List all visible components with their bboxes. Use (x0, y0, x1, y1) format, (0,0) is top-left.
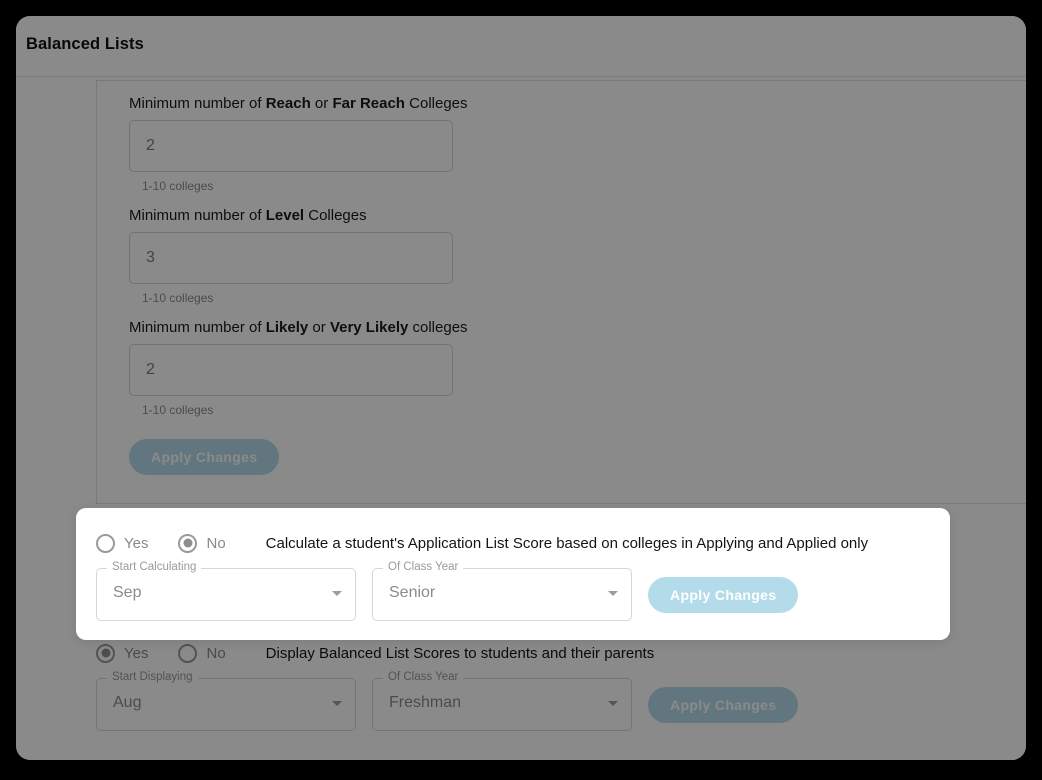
chevron-down-icon (608, 591, 618, 596)
display-scores-controls: Start Displaying Aug Of Class Year Fresh… (96, 671, 1026, 731)
spotlight-calculate-score-card: Yes No Calculate a student's Application… (76, 508, 950, 640)
apply-changes-display-button[interactable]: Apply Changes (648, 687, 799, 723)
label-part-prefix: Minimum number of (129, 207, 266, 224)
label-part-strong2: Far Reach (332, 95, 405, 112)
start-displaying-value: Aug (113, 694, 142, 711)
spotlight-start-calculating-value: Sep (113, 584, 142, 601)
spotlight-yes-radio[interactable]: Yes (96, 533, 170, 553)
display-class-year-value: Freshman (389, 694, 462, 711)
apply-changes-minimums-button[interactable]: Apply Changes (129, 439, 280, 475)
level-colleges-input[interactable] (129, 232, 453, 284)
field-label-level: Minimum number of Level Colleges (129, 207, 453, 224)
display-class-year-select[interactable]: Of Class Year Freshman (372, 671, 632, 731)
label-part-prefix: Minimum number of (129, 95, 266, 112)
radio-label-no: No (206, 644, 226, 662)
likely-helper-text: 1-10 colleges (142, 403, 214, 417)
field-group-level: Minimum number of Level Colleges 1-10 co… (129, 207, 453, 305)
label-part-suffix: Colleges (404, 95, 468, 112)
label-part-strong2: Very Likely (329, 319, 409, 336)
display-class-year-legend: Of Class Year (383, 671, 464, 684)
minimums-panel: Minimum number of Reach or Far Reach Col… (96, 80, 1026, 504)
reach-helper-text: 1-10 colleges (142, 179, 214, 193)
display-scores-row: Yes No Display Balanced List Scores to s… (96, 640, 1026, 731)
radio-circle-filled-icon (178, 533, 198, 553)
radio-label-yes: Yes (124, 534, 149, 552)
label-part-mid: or (310, 95, 333, 112)
start-displaying-select[interactable]: Start Displaying Aug (96, 671, 356, 731)
card-header: Balanced Lists (16, 16, 1026, 77)
spotlight-statement: Calculate a student's Application List S… (265, 534, 869, 552)
page-title: Balanced Lists (26, 35, 144, 53)
radio-label-no: No (206, 534, 226, 552)
spotlight-class-year-value: Senior (389, 584, 436, 601)
label-part-strong1: Reach (265, 95, 311, 112)
spotlight-class-year-select[interactable]: Of Class Year Senior (372, 561, 632, 621)
chevron-down-icon (332, 591, 342, 596)
reach-colleges-input[interactable] (129, 120, 453, 172)
radio-label-yes: Yes (124, 644, 149, 662)
display-scores-no-radio[interactable]: No (178, 643, 247, 663)
display-scores-statement: Display Balanced List Scores to students… (265, 644, 655, 662)
display-scores-yes-radio[interactable]: Yes (96, 643, 170, 663)
field-group-reach: Minimum number of Reach or Far Reach Col… (129, 95, 468, 193)
display-scores-radio-group: Yes No Display Balanced List Scores to s… (96, 640, 1026, 666)
start-displaying-legend: Start Displaying (107, 671, 198, 684)
likely-colleges-input[interactable] (129, 344, 453, 396)
spotlight-content: Yes No Calculate a student's Application… (96, 530, 950, 621)
radio-circle-icon (178, 643, 198, 663)
field-label-likely: Minimum number of Likely or Very Likely … (129, 319, 468, 336)
label-part-prefix: Minimum number of (129, 319, 266, 336)
spotlight-controls: Start Calculating Sep Of Class Year Seni… (96, 561, 950, 621)
chevron-down-icon (332, 701, 342, 706)
spotlight-class-year-legend: Of Class Year (383, 561, 464, 574)
field-group-likely: Minimum number of Likely or Very Likely … (129, 319, 468, 417)
field-label-reach: Minimum number of Reach or Far Reach Col… (129, 95, 468, 112)
label-part-suffix: colleges (408, 319, 468, 336)
radio-circle-filled-icon (96, 643, 115, 663)
spotlight-start-calculating-select[interactable]: Start Calculating Sep (96, 561, 356, 621)
label-part-mid: or (308, 319, 330, 336)
spotlight-start-calculating-legend: Start Calculating (107, 561, 202, 574)
spotlight-apply-changes-button[interactable]: Apply Changes (648, 577, 799, 613)
label-part-suffix: Colleges (304, 207, 367, 224)
spotlight-radio-group: Yes No Calculate a student's Application… (96, 530, 950, 556)
radio-circle-icon (96, 533, 115, 553)
label-part-strong1: Level (265, 207, 305, 224)
spotlight-no-radio[interactable]: No (178, 533, 247, 553)
level-helper-text: 1-10 colleges (142, 291, 214, 305)
settings-page-card: Balanced Lists Minimum number of Reach o… (16, 16, 1026, 760)
chevron-down-icon (608, 701, 618, 706)
label-part-strong1: Likely (265, 319, 309, 336)
